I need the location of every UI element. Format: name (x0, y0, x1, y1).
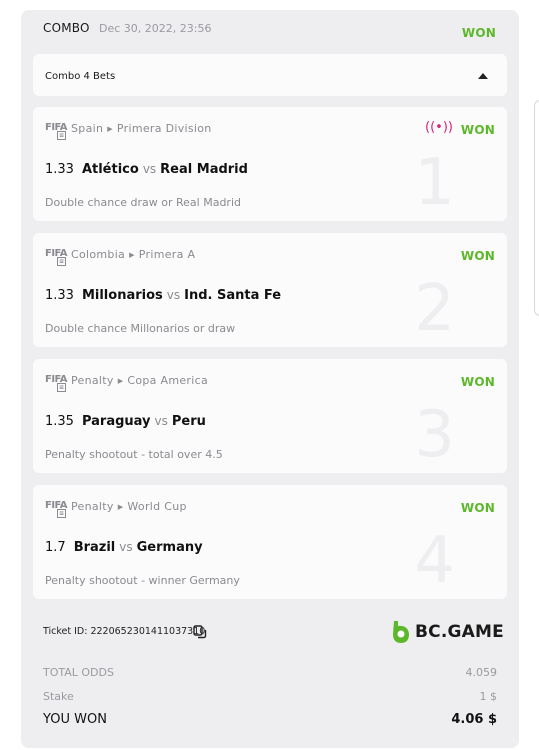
match-line: 1.33 Atlético vs Real Madrid (45, 162, 248, 177)
fifa-logo-icon: FIFA ≡ (45, 248, 67, 266)
league-breadcrumb: Colombia ▶ Primera A (71, 248, 195, 261)
away-team: Peru (171, 414, 206, 429)
caret-up-icon[interactable] (478, 73, 488, 79)
away-team: Germany (136, 540, 203, 555)
leg-index-watermark: 4 (414, 524, 455, 598)
region-label: Spain (71, 122, 104, 135)
ticket-id: Ticket ID: 2220652301411037310 (43, 626, 206, 637)
bet-date: Dec 30, 2022, 23:56 (99, 22, 212, 35)
bet-ticket-card: COMBO Dec 30, 2022, 23:56 WON Combo 4 Be… (21, 10, 519, 748)
leg-selection: Penalty shootout - winner Germany (45, 574, 240, 587)
fifa-logo-icon: FIFA ≡ (45, 500, 67, 518)
region-label: Penalty (71, 374, 114, 387)
leg-odds: 1.7 (45, 540, 66, 555)
league-label: Primera Division (116, 122, 212, 135)
leg-odds: 1.33 (45, 162, 74, 177)
bet-leg-card[interactable]: FIFA ≡ Colombia ▶ Primera A WON 1.33 Millona… (33, 233, 507, 347)
leg-index-watermark: 1 (414, 146, 455, 220)
away-team: Real Madrid (160, 162, 248, 177)
league-breadcrumb: Spain ▶ Primera Division (71, 122, 212, 135)
region-label: Colombia (71, 248, 126, 261)
payout-value: 4.06 $ (451, 712, 497, 727)
league-label: Copa America (127, 374, 208, 387)
leg-status-badge: WON (460, 249, 495, 263)
bet-leg-card[interactable]: FIFA ≡ Penalty ▶ Copa America WON 1.35 Parag… (33, 359, 507, 473)
payout-label: YOU WON (43, 712, 107, 727)
match-line: 1.35 Paraguay vs Peru (45, 414, 206, 429)
breadcrumb-separator-icon: ▶ (107, 125, 113, 133)
breadcrumb-separator-icon: ▶ (129, 251, 135, 259)
copy-icon[interactable] (193, 625, 207, 639)
leg-selection: Double chance Millonarios or draw (45, 322, 236, 335)
league-label: World Cup (127, 500, 187, 513)
vs-label: vs (154, 414, 168, 428)
leg-status-badge: WON (460, 501, 495, 515)
combo-toggle[interactable]: Combo 4 Bets (33, 54, 507, 96)
match-line: 1.7 Brazil vs Germany (45, 540, 203, 555)
combo-count-label: Combo 4 Bets (45, 71, 116, 82)
away-team: Ind. Santa Fe (184, 288, 282, 303)
breadcrumb-separator-icon: ▶ (117, 377, 124, 385)
stake-value: 1 $ (479, 690, 498, 703)
league-breadcrumb: Penalty ▶ Copa America (71, 374, 208, 387)
bet-type-label: COMBO (43, 21, 90, 35)
vs-label: vs (119, 540, 133, 554)
total-odds-value: 4.059 (465, 666, 498, 679)
league-breadcrumb: Penalty ▶ World Cup (71, 500, 187, 513)
region-label: Penalty (71, 500, 114, 513)
stake-label: Stake (43, 690, 74, 703)
fifa-logo-icon: FIFA ≡ (45, 122, 67, 140)
bc-game-logo-icon (393, 621, 409, 643)
leg-selection: Penalty shootout - total over 4.5 (45, 448, 223, 461)
vs-label: vs (142, 162, 157, 176)
leg-selection: Double chance draw or Real Madrid (45, 196, 241, 209)
brand-name: BC.GAME (415, 622, 504, 642)
match-line: 1.33 Millonarios vs Ind. Santa Fe (45, 288, 281, 303)
home-team: Paraguay (81, 414, 151, 429)
bet-leg-card[interactable]: FIFA ≡ Penalty ▶ World Cup WON 1.7 Brazil vs G… (33, 485, 507, 599)
home-team: Atlético (81, 162, 139, 177)
bet-leg-card[interactable]: FIFA ≡ Spain ▶ Primera Division ((•)) WON 1… (33, 107, 507, 221)
leg-status-badge: WON (460, 375, 495, 389)
side-panel-edge (534, 100, 539, 316)
vs-label: vs (166, 288, 181, 302)
leg-odds: 1.33 (45, 288, 74, 303)
fifa-logo-icon: FIFA ≡ (45, 374, 67, 392)
ticket-status-badge: WON (461, 26, 496, 40)
total-odds-label: TOTAL ODDS (43, 666, 114, 679)
live-broadcast-icon: ((•)) (425, 120, 453, 135)
leg-index-watermark: 3 (414, 398, 455, 472)
breadcrumb-separator-icon: ▶ (117, 503, 124, 511)
leg-odds: 1.35 (45, 414, 74, 429)
home-team: Brazil (73, 540, 116, 555)
league-label: Primera A (138, 248, 196, 261)
home-team: Millonarios (81, 288, 163, 303)
leg-index-watermark: 2 (414, 272, 455, 346)
leg-status-badge: WON (460, 123, 495, 137)
